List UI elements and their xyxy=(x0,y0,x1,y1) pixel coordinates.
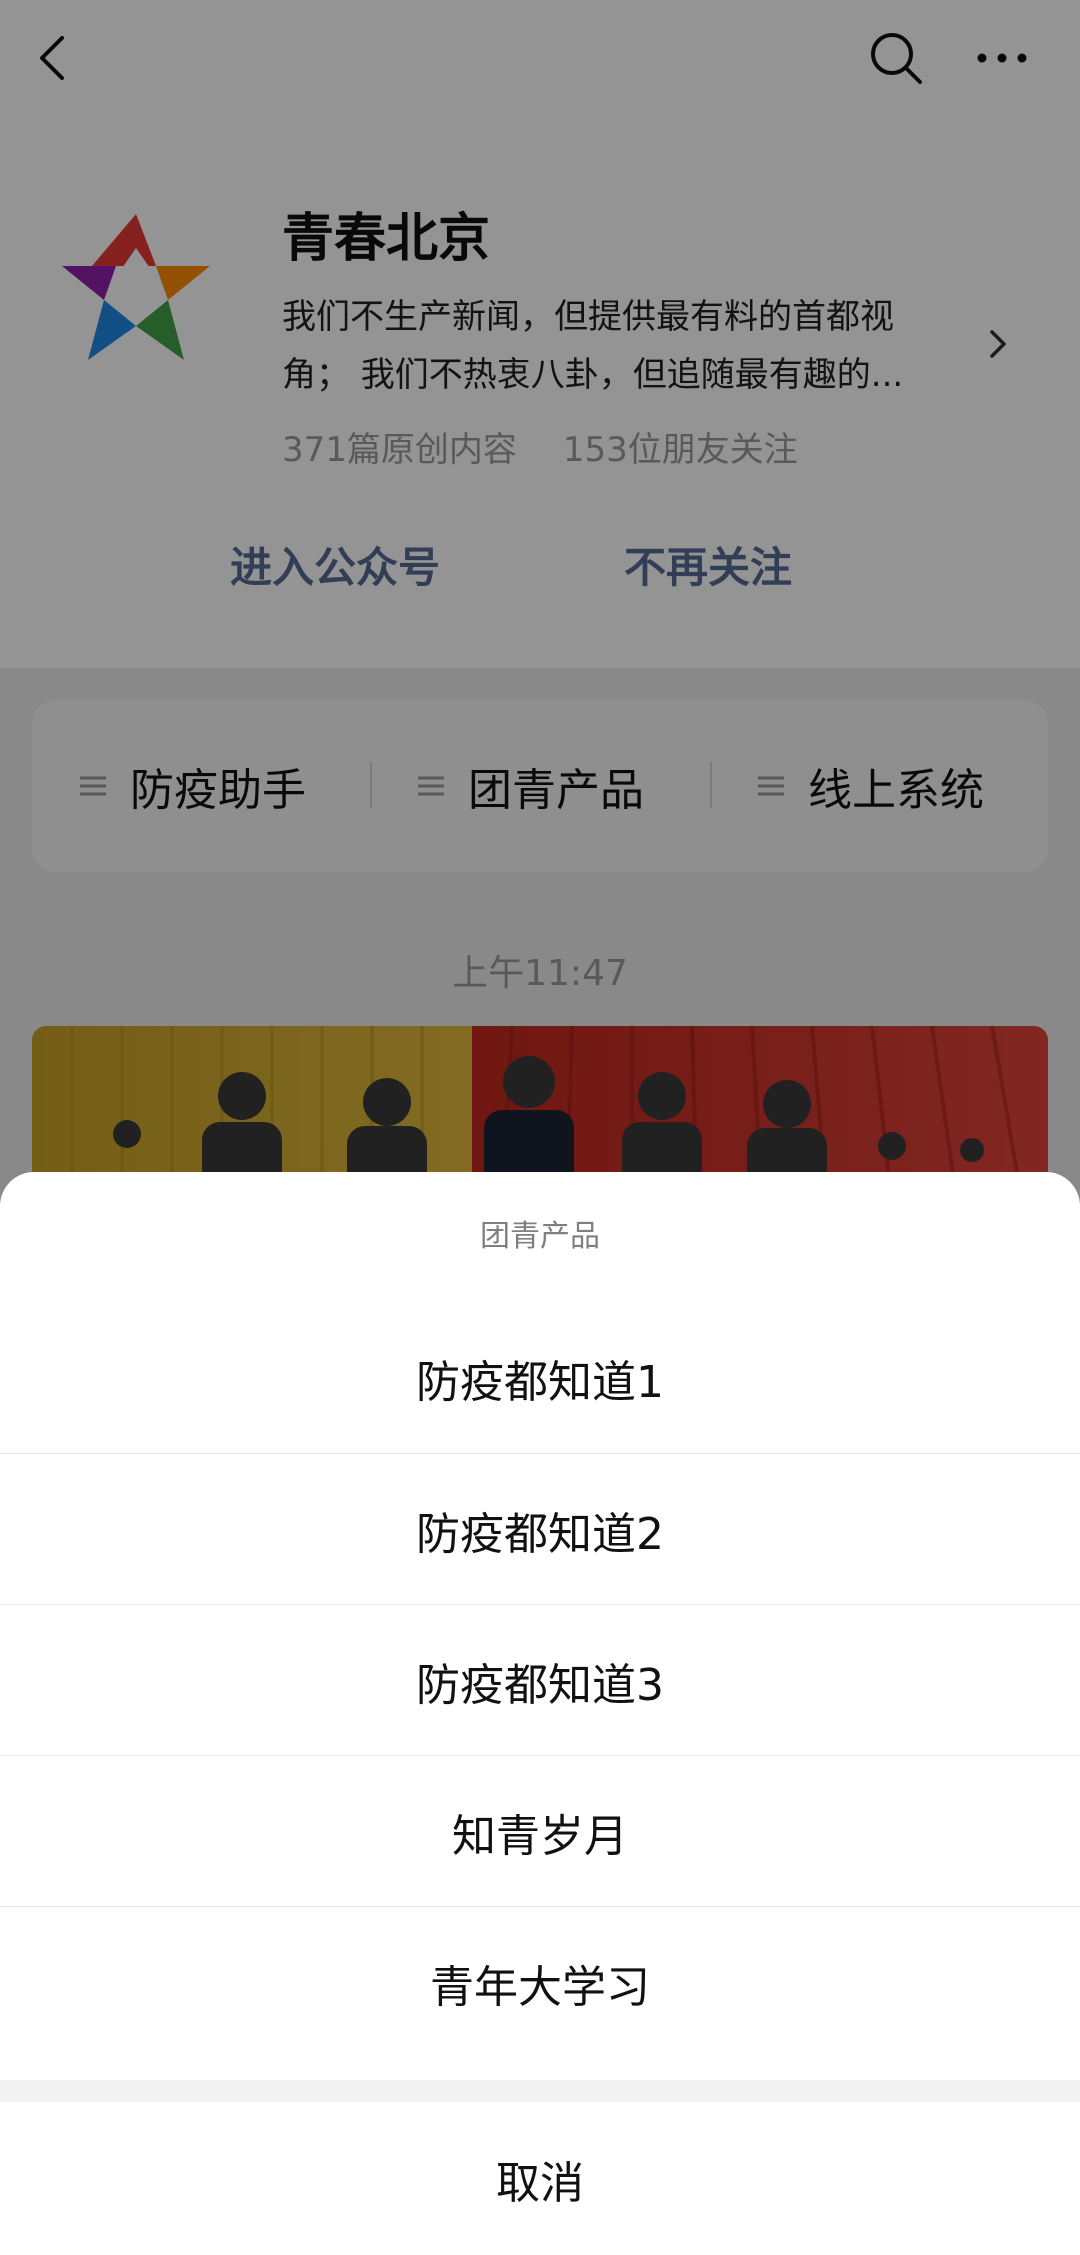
sheet-option[interactable]: 防疫都知道3 xyxy=(0,1604,1080,1756)
sheet-option[interactable]: 青年大学习 xyxy=(0,1906,1080,2058)
action-sheet: 团青产品 防疫都知道1 防疫都知道2 防疫都知道3 知青岁月 青年大学习 取消 xyxy=(0,1172,1080,2255)
official-account-page: 青春北京 我们不生产新闻，但提供最有料的首都视 角； 我们不热衷八卦，但追随最有… xyxy=(0,0,1080,2255)
sheet-divider xyxy=(0,2080,1080,2102)
sheet-option[interactable]: 知青岁月 xyxy=(0,1755,1080,1907)
sheet-option[interactable]: 防疫都知道2 xyxy=(0,1453,1080,1605)
sheet-option[interactable]: 防疫都知道1 xyxy=(0,1302,1080,1453)
action-sheet-title: 团青产品 xyxy=(480,1219,600,1254)
cancel-button[interactable]: 取消 xyxy=(0,2102,1080,2255)
